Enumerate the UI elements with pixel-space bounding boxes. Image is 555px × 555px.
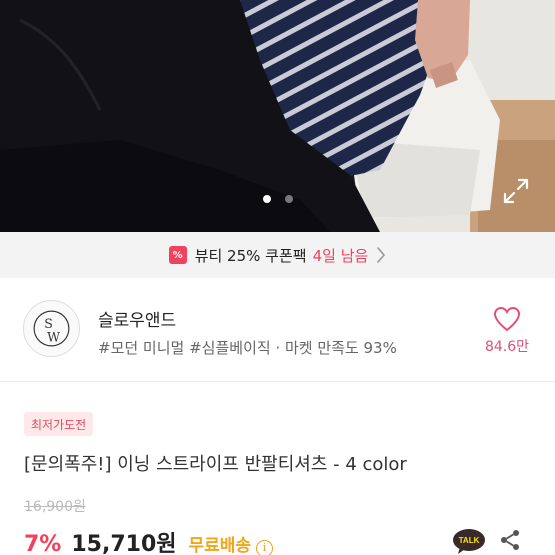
product-title: [문의폭주!] 이닝 스트라이프 반팔티셔츠 - 4 color [24, 454, 407, 475]
product-image[interactable] [0, 0, 555, 232]
coupon-banner[interactable]: % 뷰티 25% 쿠폰팩 4일 남음 [0, 232, 555, 278]
talk-label: TALK [459, 536, 480, 545]
lowest-price-badge: 최저가도전 [24, 412, 94, 436]
kakaotalk-icon[interactable]: TALK [452, 528, 486, 555]
svg-text:W: W [47, 330, 60, 345]
heart-icon[interactable] [493, 306, 521, 332]
carousel-dot[interactable] [262, 195, 271, 203]
share-icon[interactable] [498, 528, 522, 552]
shop-name[interactable]: 슬로우앤드 [98, 306, 176, 331]
carousel-indicator [0, 195, 555, 203]
sale-price: 15,710원 [71, 532, 177, 555]
like-count: 84.6만 [484, 339, 530, 355]
free-shipping-label: 무료배송 [188, 536, 252, 555]
price-row: 7% 15,710원 무료배송 i [24, 526, 274, 555]
original-price: 16,900원 [24, 499, 86, 515]
coupon-icon: % [168, 246, 187, 264]
chevron-right-icon [377, 247, 386, 263]
discount-rate: 7% [24, 532, 62, 555]
expand-icon[interactable] [502, 177, 530, 205]
shop-info[interactable]: S W 슬로우앤드 #모던 미니멀 #심플베이직 · 마켓 만족도 93% 84… [0, 278, 555, 382]
carousel-dot[interactable] [284, 195, 293, 203]
shop-tags: #모던 미니멀 #심플베이직 · 마켓 만족도 93% [98, 339, 397, 357]
shop-logo[interactable]: S W [23, 300, 80, 357]
coupon-remaining: 4일 남음 [312, 246, 369, 265]
info-icon[interactable]: i [256, 540, 274, 555]
coupon-text: 뷰티 25% 쿠폰팩 [194, 246, 307, 265]
